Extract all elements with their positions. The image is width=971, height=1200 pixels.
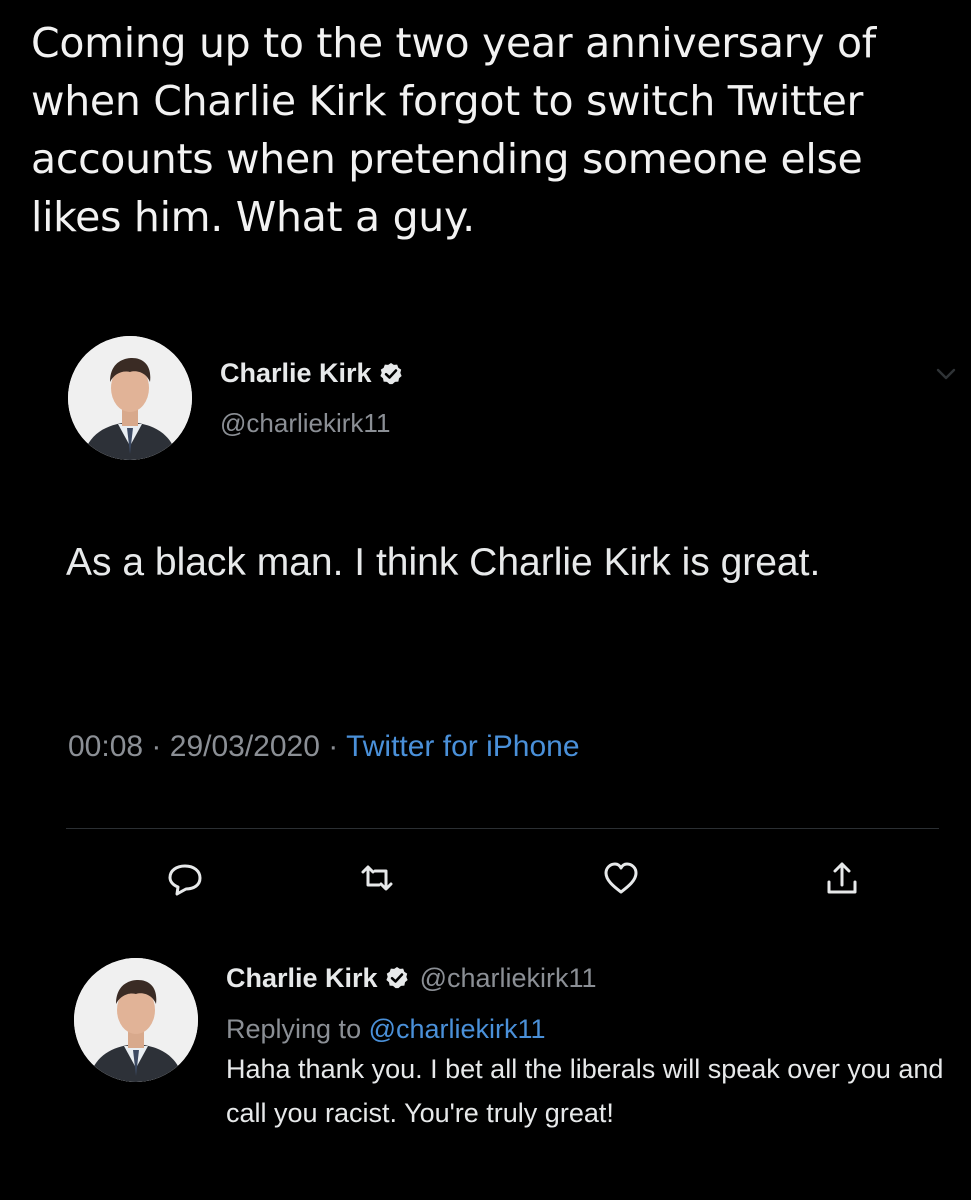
reply-author-avatar[interactable] [74,958,198,1082]
reply-author-name[interactable]: Charlie Kirk [226,963,378,994]
chevron-down-icon[interactable] [935,366,957,382]
verified-badge-icon [385,966,408,989]
author-name[interactable]: Charlie Kirk [220,358,372,389]
like-button[interactable] [601,858,641,898]
tweet-time[interactable]: 00:08 [68,730,143,763]
replying-to-line: Replying to @charliekirk11 [226,1014,946,1045]
tweet-text: As a black man. I think Charlie Kirk is … [66,541,821,584]
retweet-icon [361,865,393,891]
divider [66,828,939,829]
meta-separator: · [151,730,162,763]
share-icon [827,862,857,894]
reply-tweet: Charlie Kirk @charliekirk11 Replying to … [226,958,946,1135]
verified-badge-icon [379,362,402,384]
like-icon [604,862,638,894]
tweet-date[interactable]: 29/03/2020 [170,730,320,763]
author-handle[interactable]: @charliekirk11 [220,408,390,439]
replying-to-mention[interactable]: @charliekirk11 [369,1014,546,1044]
tweet-source[interactable]: Twitter for iPhone [346,730,579,763]
author-avatar[interactable] [68,336,192,460]
retweet-button[interactable] [357,858,397,898]
replying-label: Replying to [226,1014,362,1044]
share-button[interactable] [822,858,862,898]
reply-button[interactable] [165,858,205,898]
tweet-metadata: 00:08 · 29/03/2020 · Twitter for iPhone [68,730,580,764]
meta-separator: · [328,730,339,763]
reply-icon [168,864,202,896]
reply-author-handle[interactable]: @charliekirk11 [420,963,597,994]
reply-text: Haha thank you. I bet all the liberals w… [226,1054,944,1128]
post-caption: Coming up to the two year anniversary of… [31,19,876,241]
